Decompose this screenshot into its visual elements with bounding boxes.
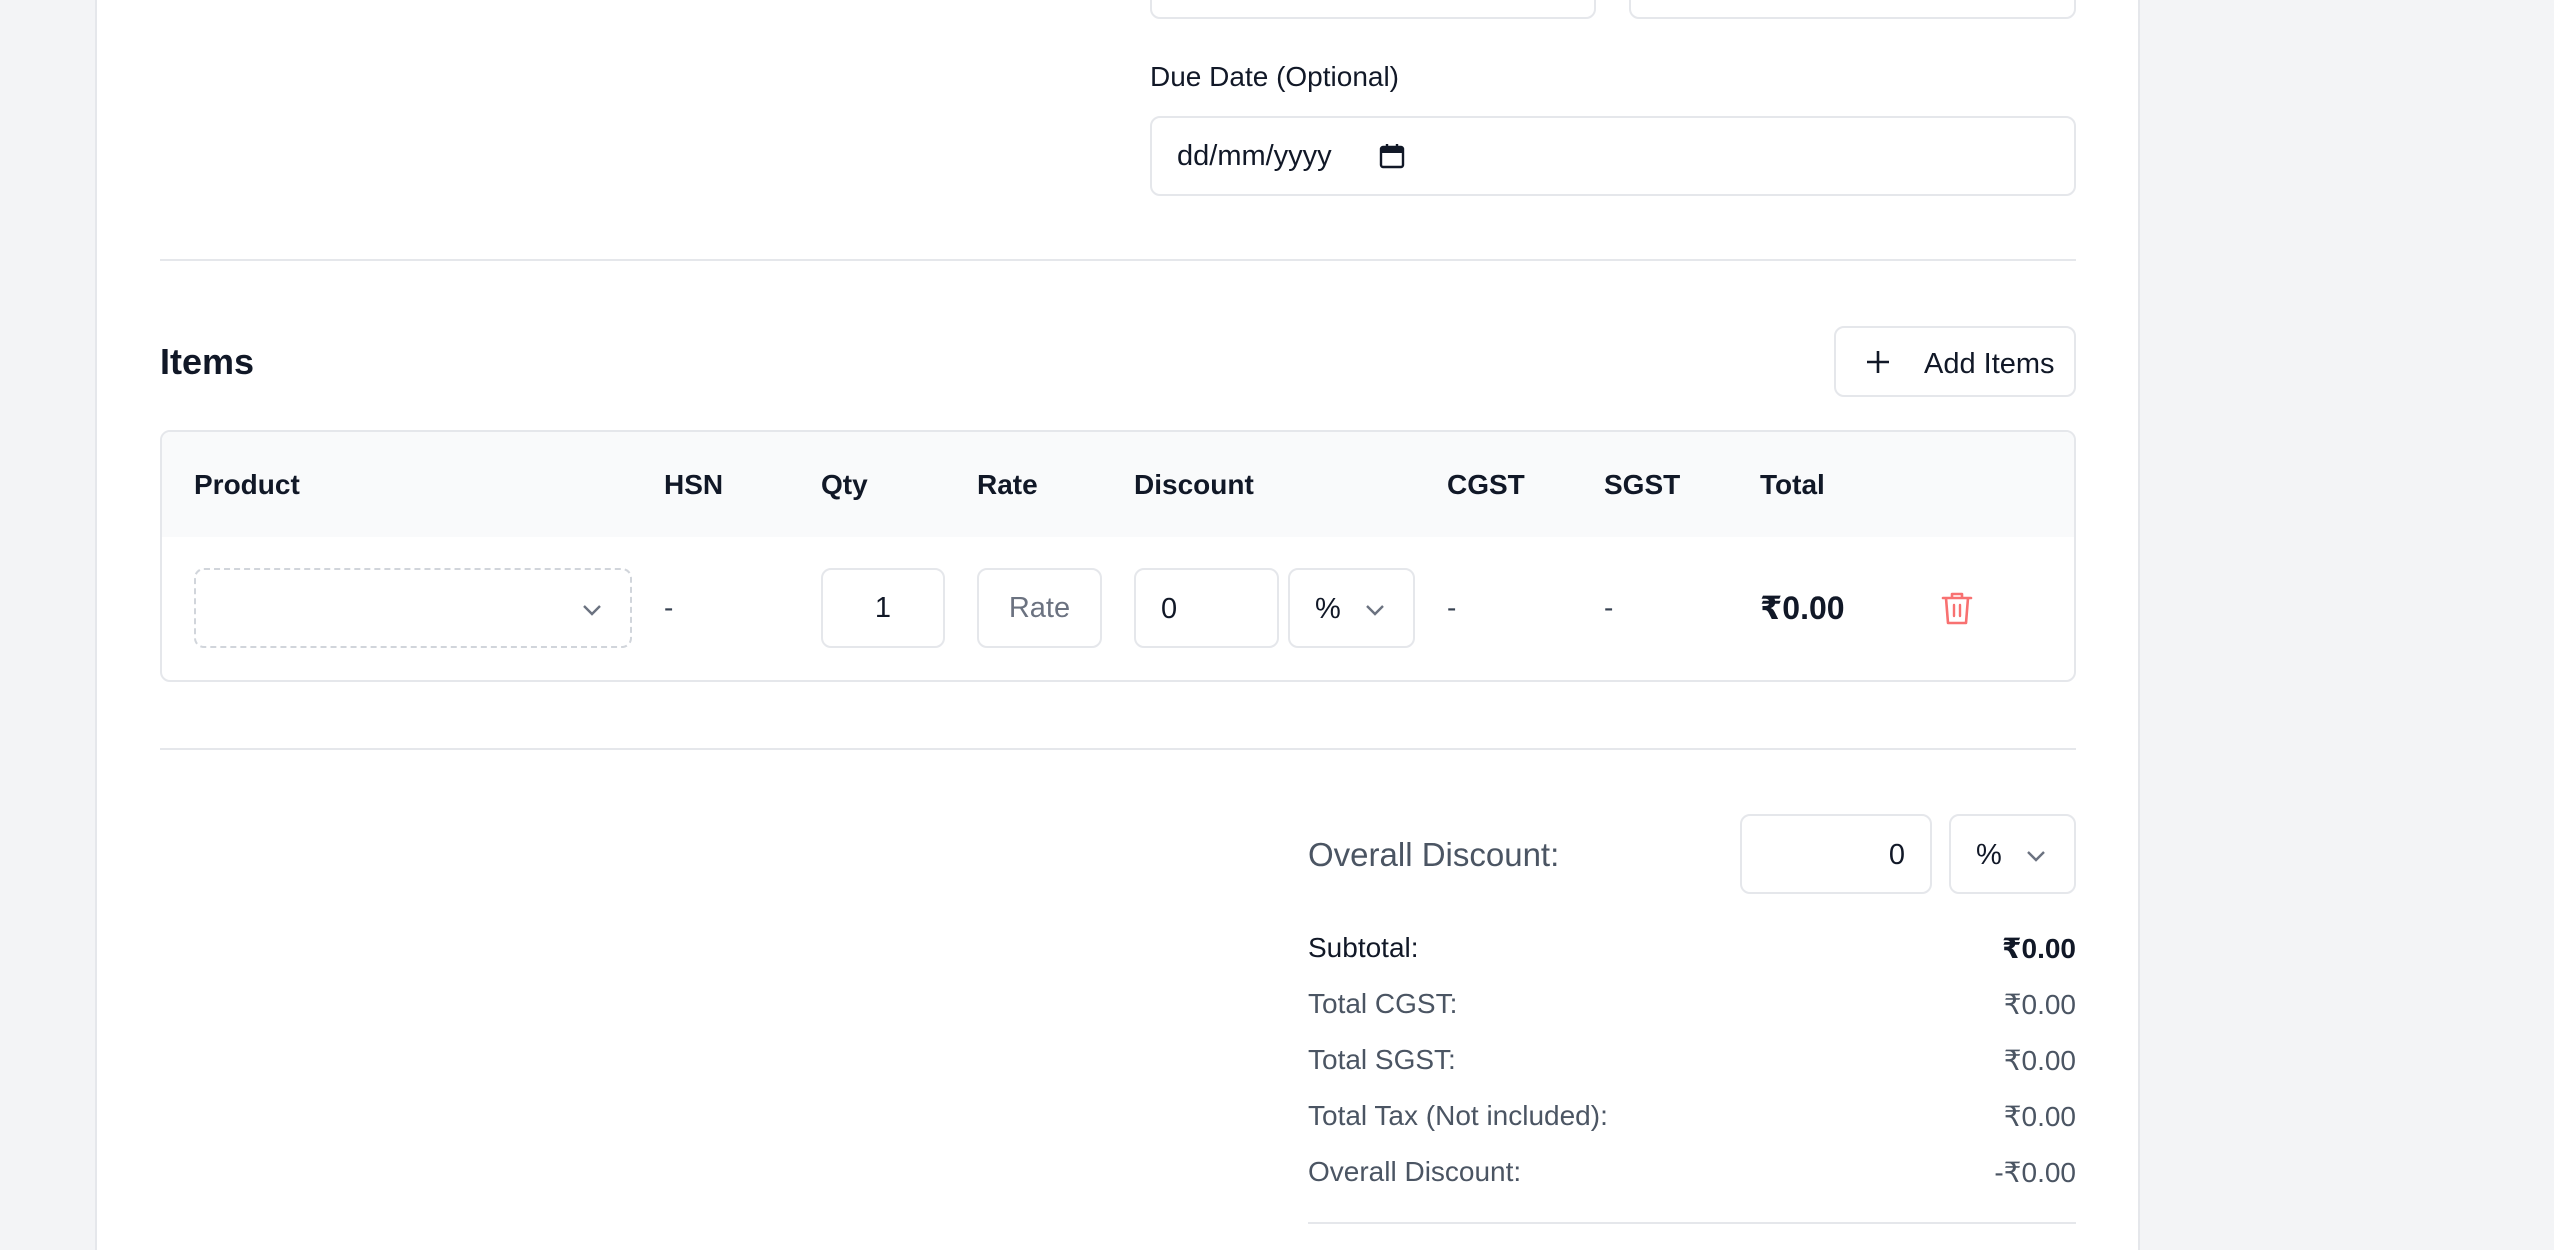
discount-type-select[interactable]: % (1288, 568, 1415, 648)
total-tax-value: ₹0.00 (2003, 1101, 2076, 1132)
items-heading: Items (160, 341, 255, 382)
add-items-button[interactable]: Add Items (1834, 326, 2076, 397)
row-total: ₹0.00 (1760, 590, 1845, 626)
col-product: Product (194, 469, 300, 500)
total-sgst-label: Total SGST: (1308, 1044, 1456, 1075)
overall-discount-label: Overall Discount: (1308, 836, 1560, 873)
divider (160, 748, 2076, 750)
qty-value: 1 (874, 591, 892, 624)
top-left-input[interactable] (1150, 0, 1596, 19)
qty-input[interactable]: 1 (821, 568, 945, 648)
chevron-down-icon (580, 598, 604, 627)
col-hsn: HSN (664, 469, 724, 500)
add-items-label: Add Items (1924, 348, 2055, 380)
plus-icon (1865, 349, 1891, 380)
due-date-placeholder: dd/mm/yyyy (1177, 140, 1332, 172)
product-select[interactable] (194, 568, 632, 648)
overall-discount-type-select[interactable]: % (1949, 814, 2076, 894)
total-tax-label: Total Tax (Not included): (1308, 1100, 1608, 1131)
trash-icon[interactable] (1940, 590, 1974, 631)
rate-placeholder: Rate (1008, 591, 1071, 624)
col-discount: Discount (1134, 469, 1254, 500)
summary-overall-discount-label: Overall Discount: (1308, 1156, 1522, 1187)
subtotal-label: Subtotal: (1308, 932, 1419, 963)
overall-discount-input[interactable]: 0 (1740, 814, 1932, 894)
discount-value: 0 (1161, 593, 1178, 625)
top-right-input[interactable] (1629, 0, 2076, 19)
due-date-field[interactable]: dd/mm/yyyy (1150, 116, 2076, 196)
col-total: Total (1760, 469, 1825, 500)
subtotal-value: ₹0.00 (2002, 933, 2076, 964)
row-hsn: - (664, 592, 674, 623)
rate-input[interactable]: Rate (977, 568, 1102, 648)
overall-discount-type-value: % (1976, 839, 2002, 871)
due-date-label: Due Date (Optional) (1150, 61, 1400, 92)
col-qty: Qty (821, 469, 868, 500)
total-cgst-value: ₹0.00 (2003, 989, 2076, 1020)
calendar-icon[interactable] (1378, 142, 1406, 175)
total-cgst-label: Total CGST: (1308, 988, 1458, 1019)
col-rate: Rate (977, 469, 1038, 500)
divider (160, 259, 2076, 261)
summary-divider (1308, 1222, 2076, 1224)
row-sgst: - (1604, 592, 1614, 623)
col-sgst: SGST (1604, 469, 1681, 500)
discount-input[interactable]: 0 (1134, 568, 1279, 648)
col-cgst: CGST (1447, 469, 1525, 500)
row-cgst: - (1447, 592, 1457, 623)
chevron-down-icon (2024, 844, 2048, 873)
total-sgst-value: ₹0.00 (2003, 1045, 2076, 1076)
chevron-down-icon (1363, 598, 1387, 627)
overall-discount-value: 0 (1888, 839, 1905, 871)
discount-type-value: % (1315, 593, 1341, 625)
summary-overall-discount-value: -₹0.00 (1994, 1157, 2076, 1188)
